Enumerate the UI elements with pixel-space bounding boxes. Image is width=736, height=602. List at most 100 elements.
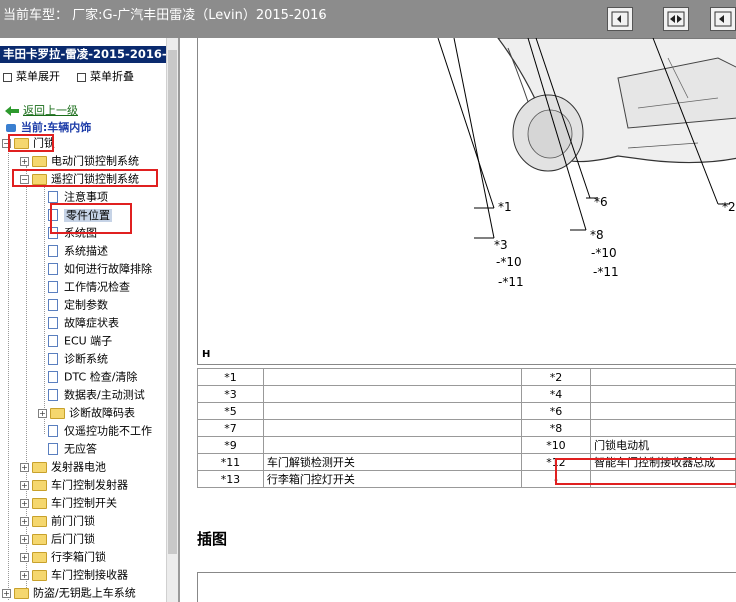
tree-item[interactable]: 数据表/主动测试 [38,386,145,403]
expand-plus-icon[interactable]: + [38,408,47,418]
part-number-cell: *1 [197,368,264,386]
tree-item[interactable]: + 诊断故障码表 [38,404,135,421]
document-icon [48,281,58,293]
part-name-cell [590,368,736,386]
tree-item[interactable]: 如何进行故障排除 [38,260,152,277]
tree-item[interactable]: 无应答 [38,440,97,457]
tree-item[interactable]: 系统描述 [38,242,108,259]
tree-item[interactable]: 零件位置 [38,206,112,223]
tree-item[interactable]: − 门锁 [2,134,55,151]
folder-icon [32,515,47,527]
collapse-minus-icon[interactable]: − [2,138,11,148]
tree-item-label: 仅遥控功能不工作 [64,424,152,438]
document-icon [48,209,58,221]
tree-item[interactable]: 工作情况检查 [38,278,130,295]
part-number-cell: *7 [197,419,264,437]
tree-item-label: 定制参数 [64,298,108,312]
table-row: *3 *4 [197,385,736,403]
tree-item-label: 遥控门锁控制系统 [51,172,139,186]
part-name-cell [262,436,522,454]
back-link[interactable]: 返回上一级 [5,102,78,118]
top-bar: 当前车型： 厂家:G-广汽丰田雷凌（Levin）2015-2016 . [0,0,736,38]
folder-icon [50,407,65,419]
expand-plus-icon[interactable]: + [20,156,29,166]
part-number-cell: *10 [520,436,592,454]
tree-item-label: 电动门锁控制系统 [51,154,139,168]
tree-item[interactable]: + 行李箱门锁 [20,548,106,565]
left-scrollbar[interactable] [166,38,178,602]
arrow-right-icon [714,11,732,27]
tree-item-label: 工作情况检查 [64,280,130,294]
tree-item-label: 零件位置 [64,208,112,222]
model-header: 丰田卡罗拉-雷凌-2015-2016-维 [0,46,166,63]
tree-item[interactable]: + 发射器电池 [20,458,106,475]
part-number-cell: *3 [197,385,264,403]
part-name-cell [262,368,522,386]
tree-item[interactable]: + 后门门锁 [20,530,95,547]
part-number-cell: - [520,470,592,488]
part-number-cell: *4 [520,385,592,403]
tree-item[interactable]: + 防盗/无钥匙上车系统 [2,584,136,601]
table-row: *1 *2 [197,368,736,386]
folder-icon [32,569,47,581]
callout-1: *1 [498,200,512,214]
part-name-cell: 车门解锁检测开关 [262,453,522,471]
tree-item[interactable]: + 车门控制开关 [20,494,117,511]
vehicle-model-title: 当前车型： 厂家:G-广汽丰田雷凌（Levin）2015-2016 [3,8,327,23]
document-icon [48,353,58,365]
tree-item-label: ECU 端子 [64,334,113,348]
figure-corner-label: H [202,349,211,360]
folder-icon [14,587,29,599]
tree-item[interactable]: 仅遥控功能不工作 [38,422,152,439]
back-arrow-icon [5,106,19,116]
collapse-minus-icon[interactable]: − [20,174,29,184]
document-icon [48,227,58,239]
panel-divider[interactable] [178,38,180,602]
scroll-thumb[interactable] [168,50,177,554]
tree-item-label: 故障症状表 [64,316,119,330]
tree-guide [8,148,9,600]
section-title: 插图 [197,530,228,548]
table-row: *13 行李箱门控灯开关 - [197,470,736,488]
collapse-all-button[interactable]: 菜单折叠 [77,68,134,84]
tree-item-label: 如何进行故障排除 [64,262,152,276]
document-icon [48,191,58,203]
tree-item[interactable]: 定制参数 [38,296,108,313]
tree-item[interactable]: ECU 端子 [38,332,112,349]
tree-item[interactable]: 故障症状表 [38,314,119,331]
callout-3-11: -*11 [498,275,524,289]
tree-item[interactable]: + 车门控制发射器 [20,476,128,493]
part-number-cell: *8 [520,419,592,437]
tree-item[interactable]: − 遥控门锁控制系统 [20,170,139,187]
tree-item[interactable]: 系统图 [38,224,97,241]
expand-plus-icon[interactable]: + [20,480,29,490]
tree-item-label: 前门门锁 [51,514,95,528]
part-name-cell: 智能车门控制接收器总成 [590,453,736,471]
expand-plus-icon[interactable]: + [20,462,29,472]
fit-width-button[interactable] [607,7,633,31]
tree-item[interactable]: + 电动门锁控制系统 [20,152,139,169]
part-name-cell [262,419,522,437]
tree-item[interactable]: DTC 检查/清除 [38,368,137,385]
expand-plus-icon[interactable]: + [20,498,29,508]
folder-icon [32,173,47,185]
fit-page-button[interactable] [663,7,689,31]
part-location-figure: *1 *6 *2 *3 -*10 -*11 *8 -*10 -*11 H [197,38,736,365]
tree-item[interactable]: + 车门控制接收器 [20,566,128,583]
expand-plus-icon[interactable]: + [20,516,29,526]
next-page-button[interactable] [710,7,736,31]
expand-all-button[interactable]: 菜单展开 [3,68,60,84]
part-number-cell: *5 [197,402,264,420]
expand-plus-icon[interactable]: + [20,570,29,580]
tree-item-label: 系统描述 [64,244,108,258]
expand-plus-icon[interactable]: + [20,552,29,562]
tree-item-label: 诊断系统 [64,352,108,366]
folder-icon [32,155,47,167]
tree-item[interactable]: 注意事项 [38,188,108,205]
expand-plus-icon[interactable]: + [20,534,29,544]
tree-item[interactable]: 诊断系统 [38,350,108,367]
expand-plus-icon[interactable]: + [2,588,11,598]
part-name-cell [590,419,736,437]
tree-item[interactable]: + 前门门锁 [20,512,95,529]
callout-8-11: -*11 [593,265,619,279]
